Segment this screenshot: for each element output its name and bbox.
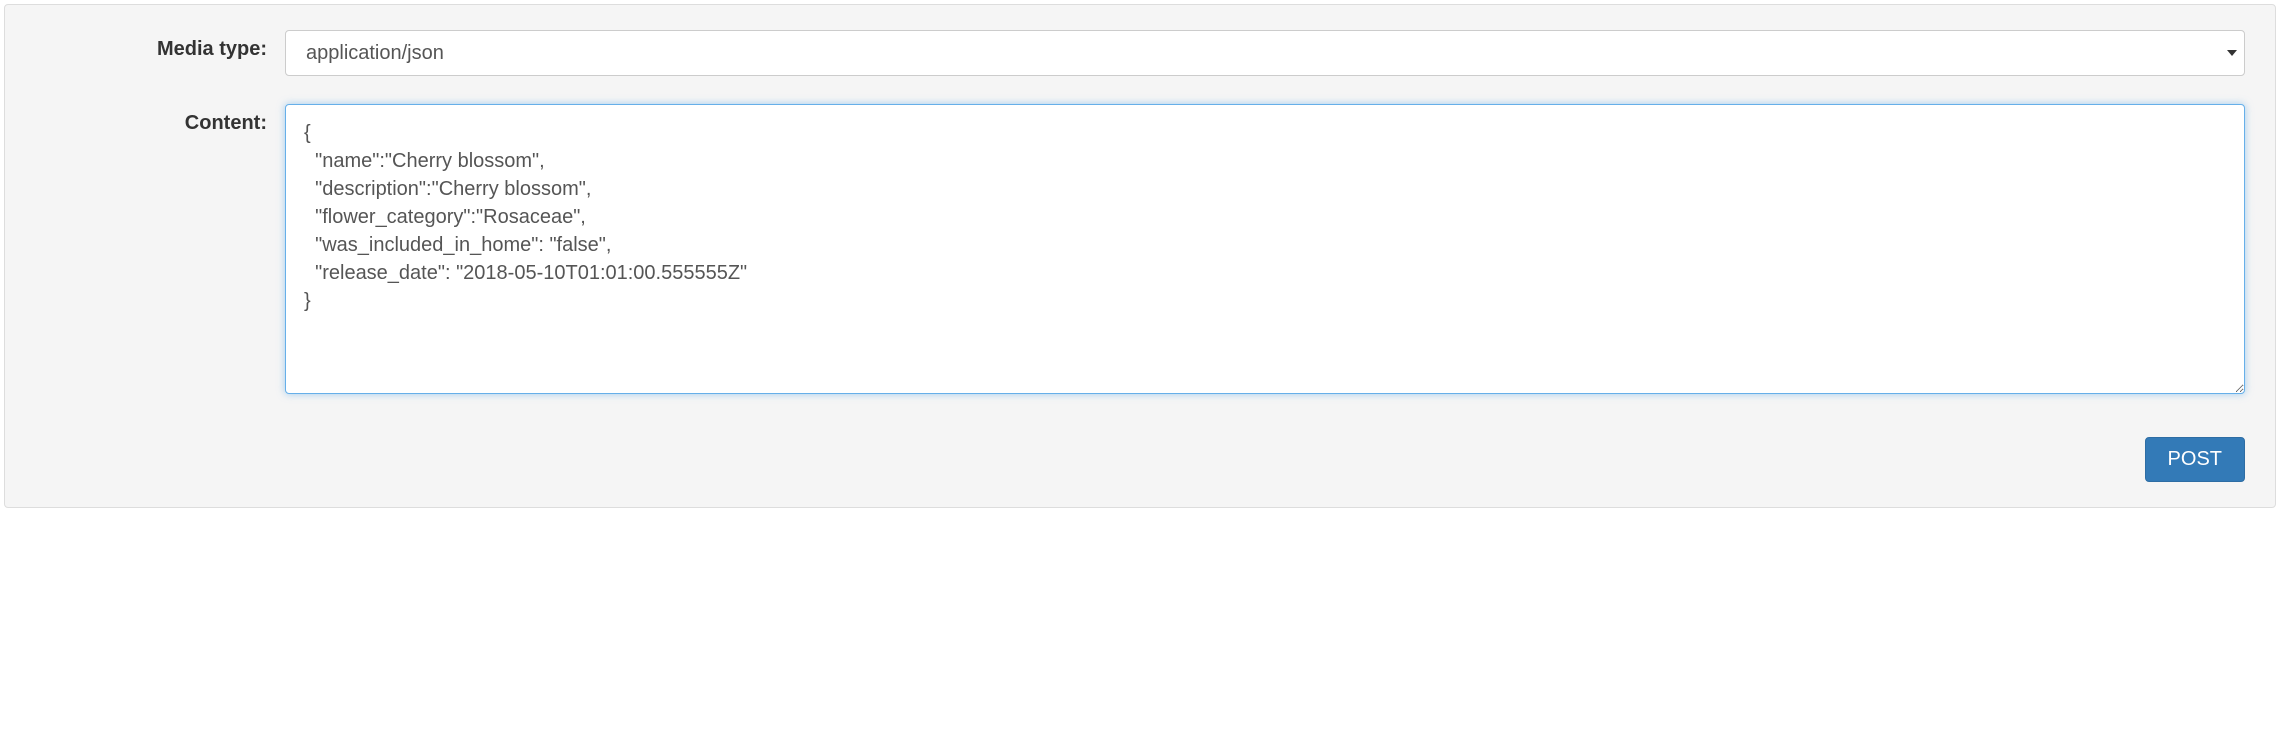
- content-row: Content: { "name":"Cherry blossom", "des…: [35, 104, 2245, 399]
- media-type-label: Media type:: [35, 30, 285, 61]
- form-panel: Media type: application/json Content: { …: [4, 4, 2276, 508]
- media-type-select-wrapper: application/json: [285, 30, 2245, 76]
- media-type-row: Media type: application/json: [35, 30, 2245, 76]
- media-type-control: application/json: [285, 30, 2245, 76]
- button-row: POST: [35, 427, 2245, 482]
- content-label: Content:: [35, 104, 285, 135]
- content-textarea[interactable]: { "name":"Cherry blossom", "description"…: [285, 104, 2245, 394]
- media-type-select[interactable]: application/json: [285, 30, 2245, 76]
- content-control: { "name":"Cherry blossom", "description"…: [285, 104, 2245, 399]
- post-button[interactable]: POST: [2145, 437, 2245, 482]
